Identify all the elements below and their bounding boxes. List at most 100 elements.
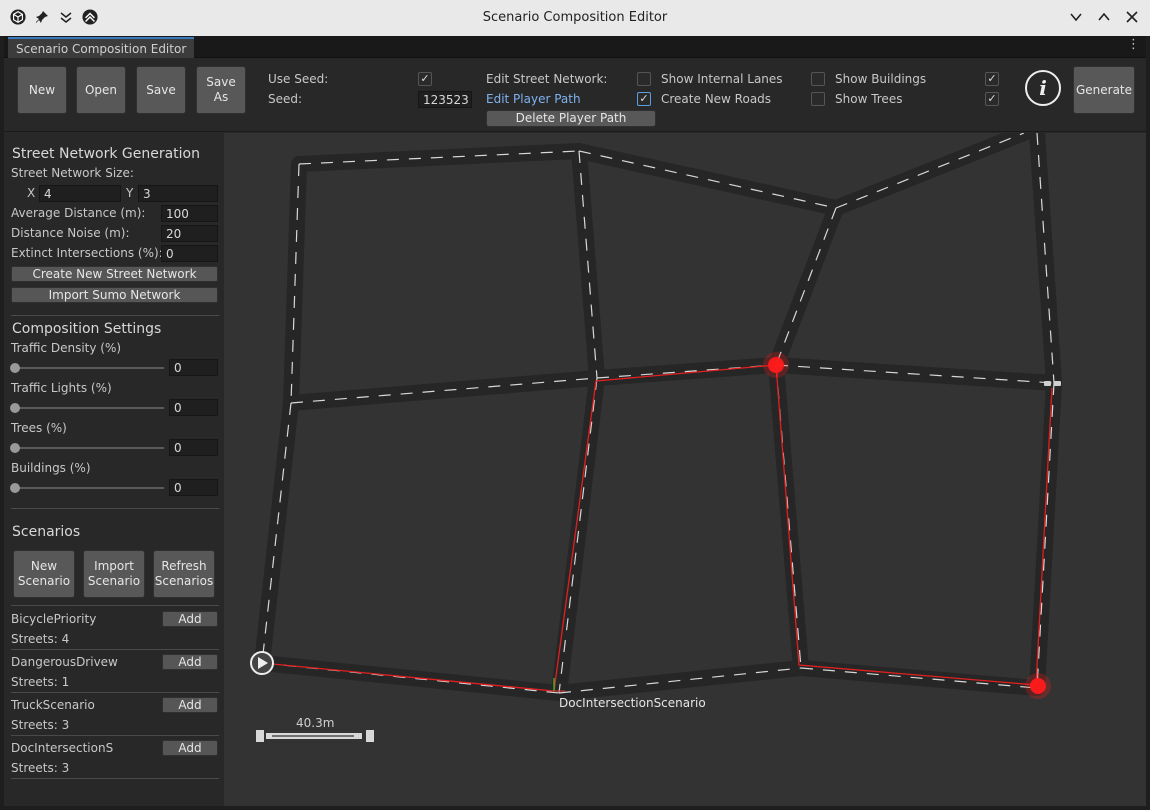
slider-handle[interactable]	[10, 483, 20, 493]
kebab-menu-icon[interactable]: ⋮	[1127, 37, 1140, 52]
street-network-map[interactable]: DocIntersectionScenario 40.3m	[224, 133, 1146, 806]
open-button[interactable]: Open	[76, 66, 126, 114]
edit-player-path-label: Edit Player Path	[486, 92, 581, 106]
path-node	[1025, 673, 1051, 699]
size-y-input[interactable]: 3	[138, 185, 218, 202]
slider-track[interactable]	[14, 447, 164, 449]
show-internal-lanes-label: Show Internal Lanes	[661, 72, 783, 86]
divider	[11, 508, 219, 509]
scenario-streets: Streets: 4	[11, 632, 70, 646]
slider-label: Buildings (%)	[11, 461, 91, 475]
scenario-map-label: DocIntersectionScenario	[559, 696, 706, 710]
start-marker-icon	[250, 651, 274, 675]
scenario-streets: Streets: 1	[11, 675, 70, 689]
divider	[11, 778, 219, 779]
create-street-network-button[interactable]: Create New Street Network	[11, 266, 218, 282]
street-network-title: Street Network Generation	[12, 146, 200, 162]
slider-label: Traffic Lights (%)	[11, 381, 112, 395]
scenario-name: DangerousDrivew	[11, 655, 118, 669]
use-seed-checkbox[interactable]: ✓	[418, 72, 432, 86]
slider-label: Trees (%)	[11, 421, 67, 435]
divider	[11, 692, 219, 693]
lane-markings	[261, 133, 1055, 694]
add-scenario-button[interactable]: Add	[162, 697, 218, 713]
edit-street-network-checkbox[interactable]	[637, 72, 651, 86]
divider	[11, 735, 219, 736]
scale-bar	[256, 730, 374, 742]
import-scenario-button[interactable]: Import Scenario	[83, 550, 145, 598]
player-path	[261, 364, 1053, 692]
edit-street-network-label: Edit Street Network:	[486, 72, 608, 86]
divider	[11, 315, 219, 316]
toolbar: New Open Save Save As Use Seed: ✓ Seed: …	[4, 58, 1146, 132]
distance-noise-input[interactable]: 20	[161, 225, 218, 242]
street-network-viewport[interactable]: DocIntersectionScenario 40.3m	[224, 133, 1146, 806]
list-item: TruckScenario Add Streets: 3	[4, 695, 220, 738]
street-network-size-label: Street Network Size:	[11, 166, 134, 180]
show-buildings-checkbox[interactable]: ✓	[985, 72, 999, 86]
avg-distance-input[interactable]: 100	[161, 205, 218, 222]
new-button[interactable]: New	[17, 66, 67, 114]
add-scenario-button[interactable]: Add	[162, 654, 218, 670]
size-x-input[interactable]: 4	[39, 185, 121, 202]
list-item: DocIntersectionS Add Streets: 3	[4, 738, 220, 781]
divider	[11, 649, 219, 650]
close-icon[interactable]	[1124, 9, 1140, 25]
road-network	[254, 133, 1062, 701]
list-item: BicyclePriority Add Streets: 4	[4, 609, 220, 652]
window-title: Scenario Composition Editor	[482, 10, 668, 25]
extinct-intersections-input[interactable]: 0	[161, 245, 218, 262]
slider-track[interactable]	[14, 367, 164, 369]
scenarios-title: Scenarios	[12, 524, 81, 540]
slider-label: Traffic Density (%)	[11, 341, 122, 355]
tab-bar: Scenario Composition Editor ⋮	[4, 36, 1146, 58]
slider-value-input[interactable]: 0	[169, 359, 218, 376]
avg-distance-label: Average Distance (m):	[11, 206, 146, 220]
save-as-button[interactable]: Save As	[196, 66, 246, 114]
maximize-icon[interactable]	[1096, 9, 1112, 25]
minimize-icon[interactable]	[1068, 9, 1084, 25]
extinct-intersections-label: Extinct Intersections (%):	[11, 246, 163, 260]
sidebar: Street Network Generation Street Network…	[4, 133, 224, 806]
create-new-roads-label: Create New Roads	[661, 92, 772, 106]
slider-track[interactable]	[14, 487, 164, 489]
use-seed-label: Use Seed:	[268, 72, 329, 86]
generate-button[interactable]: Generate	[1073, 66, 1135, 114]
scenario-name: BicyclePriority	[11, 612, 97, 626]
editor-window: Scenario Composition Editor ⋮ New Open S…	[4, 36, 1146, 806]
show-internal-lanes-checkbox[interactable]	[811, 72, 825, 86]
composition-settings-title: Composition Settings	[12, 321, 162, 337]
save-button[interactable]: Save	[136, 66, 186, 114]
edit-player-path-checkbox[interactable]: ✓	[637, 92, 651, 106]
scenario-streets: Streets: 3	[11, 718, 70, 732]
seed-label: Seed:	[268, 92, 303, 106]
slider-handle[interactable]	[10, 443, 20, 453]
tab-scenario-composition-editor[interactable]: Scenario Composition Editor	[8, 37, 195, 58]
show-buildings-label: Show Buildings	[835, 72, 927, 86]
new-scenario-button[interactable]: New Scenario	[13, 550, 75, 598]
slider-handle[interactable]	[10, 403, 20, 413]
slider-handle[interactable]	[10, 363, 20, 373]
create-new-roads-checkbox[interactable]	[811, 92, 825, 106]
scale-label: 40.3m	[296, 716, 334, 730]
refresh-scenarios-button[interactable]: Refresh Scenarios	[153, 550, 215, 598]
scenario-name: TruckScenario	[11, 698, 95, 712]
add-scenario-button[interactable]: Add	[162, 611, 218, 627]
window-titlebar: Scenario Composition Editor	[0, 0, 1150, 36]
road-segment	[1029, 133, 1062, 391]
list-item: DangerousDrivew Add Streets: 1	[4, 652, 220, 695]
show-trees-label: Show Trees	[835, 92, 903, 106]
info-icon[interactable]: i	[1025, 70, 1061, 106]
slider-value-input[interactable]: 0	[169, 439, 218, 456]
slider-value-input[interactable]: 0	[169, 399, 218, 416]
show-trees-checkbox[interactable]: ✓	[985, 92, 999, 106]
add-scenario-button[interactable]: Add	[162, 740, 218, 756]
slider-track[interactable]	[14, 407, 164, 409]
distance-noise-label: Distance Noise (m):	[11, 226, 130, 240]
path-node	[763, 352, 789, 378]
slider-value-input[interactable]: 0	[169, 479, 218, 496]
seed-input[interactable]: 123523	[418, 91, 472, 108]
import-sumo-network-button[interactable]: Import Sumo Network	[11, 287, 218, 303]
size-x-label: X	[27, 186, 36, 200]
delete-player-path-button[interactable]: Delete Player Path	[486, 110, 656, 127]
